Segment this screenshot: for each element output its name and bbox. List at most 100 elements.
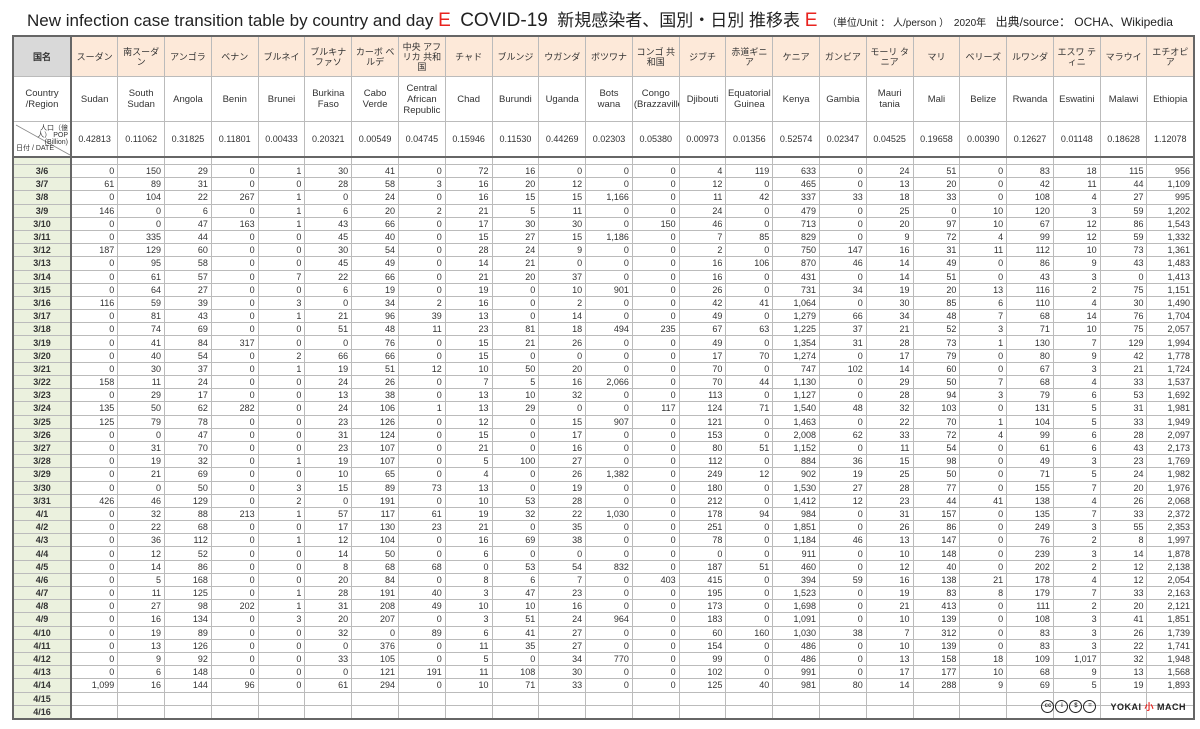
country-population: 0.15946 <box>444 121 493 158</box>
case-count-cell: 41 <box>117 335 166 350</box>
case-count-cell: 177 <box>912 665 961 680</box>
case-count-cell: 0 <box>1099 269 1148 284</box>
infection-table: 国名 スーダン 南スーダン アンゴラ ベナン ブルネイ ブルキナ ファソ カーボ ベルデ 中央… <box>12 35 1195 720</box>
case-count-cell: 19 <box>444 506 493 522</box>
case-count-cell: 32 <box>117 506 166 522</box>
case-count-cell: 0 <box>70 506 119 522</box>
case-count-cell: 38 <box>819 625 867 640</box>
case-count-cell: 0 <box>959 163 1008 179</box>
case-count-cell: 107 <box>351 454 399 469</box>
case-count-cell: 94 <box>912 388 961 403</box>
case-count-cell: 1,490 <box>1146 295 1195 311</box>
case-count-cell: 0 <box>257 625 306 640</box>
case-count-cell: 148 <box>164 665 212 680</box>
country-name-jp: ブルンジ <box>491 35 540 77</box>
country-name-en: Mali <box>912 76 961 122</box>
case-count-cell: 30 <box>304 243 353 258</box>
case-count-cell: 0 <box>257 401 306 416</box>
case-count-cell: 2,057 <box>1146 322 1195 337</box>
license-badge[interactable]: cc i $ = <box>1041 700 1097 713</box>
case-count-cell: 66 <box>819 309 867 324</box>
country-name-jp: ウガンダ <box>538 35 587 77</box>
table-row: 3/31 426 46 129 0 2 0 191 0 10 53 28 0 0 212 0 1,412 12 23… <box>12 493 1195 508</box>
case-count-cell: 11 <box>865 440 914 456</box>
case-count-cell: 66 <box>304 348 353 363</box>
case-count-cell: 0 <box>397 163 446 179</box>
case-count-cell: 44 <box>1099 177 1148 192</box>
case-count-cell: 981 <box>772 678 820 693</box>
spacer-cell <box>304 156 353 165</box>
case-count-cell: 20 <box>304 572 353 588</box>
case-count-cell: 84 <box>351 572 399 588</box>
country-population: 0.04525 <box>865 121 914 158</box>
case-count-cell: 4 <box>678 163 727 179</box>
case-count-cell: 0 <box>397 493 446 508</box>
case-count-cell: 14 <box>1099 546 1148 561</box>
country-population: 0.04745 <box>397 121 446 158</box>
case-count-cell: 9 <box>959 678 1008 693</box>
case-count-cell: 5 <box>117 572 166 588</box>
case-count-cell: 51 <box>912 163 961 179</box>
case-count-cell: 0 <box>70 533 119 548</box>
spacer-cell <box>772 156 820 165</box>
table-row: 4/2 0 22 68 0 0 17 130 23 21 0 35 0 0 251 0 1,851 0 26 86 0 2… <box>12 520 1195 535</box>
case-count-cell: 11 <box>397 322 446 337</box>
cc-icon: cc <box>1041 700 1055 713</box>
case-count-cell: 0 <box>631 599 680 614</box>
case-count-cell: 51 <box>725 559 774 574</box>
case-count-cell: 1,878 <box>1146 546 1195 561</box>
case-count-cell: 86 <box>164 559 212 574</box>
case-count-cell: 31 <box>912 243 961 258</box>
case-count-cell: 376 <box>351 638 399 653</box>
case-count-cell: 18 <box>1052 163 1101 179</box>
case-count-cell: 0 <box>491 282 540 297</box>
case-count-cell: 72 <box>444 163 493 179</box>
case-count-cell <box>164 691 212 706</box>
country-population: 0.05380 <box>631 121 680 158</box>
case-count-cell: 30 <box>538 665 587 680</box>
case-count-cell: 0 <box>397 638 446 653</box>
case-count-cell: 0 <box>959 520 1008 535</box>
case-count-cell: 22 <box>538 506 587 522</box>
country-name-jp: ボツワナ <box>585 35 633 77</box>
case-count-cell: 47 <box>491 585 540 601</box>
case-count-cell: 44 <box>164 229 212 245</box>
case-count-cell: 0 <box>585 361 633 377</box>
case-count-cell: 178 <box>678 506 727 522</box>
case-count-cell: 0 <box>304 295 353 311</box>
case-count-cell: 19 <box>1099 678 1148 693</box>
case-count-cell: 14 <box>538 309 587 324</box>
case-count-cell: 0 <box>70 585 119 601</box>
case-count-cell: 0 <box>631 282 680 297</box>
case-count-cell: 39 <box>397 309 446 324</box>
case-count-cell: 20 <box>351 203 399 218</box>
case-count-cell: 10 <box>444 678 493 693</box>
case-count-cell: 1,982 <box>1146 467 1195 482</box>
case-count-cell: 113 <box>678 388 727 403</box>
case-count-cell: 69 <box>164 467 212 482</box>
case-count-cell: 124 <box>351 427 399 442</box>
case-count-cell: 9 <box>1052 348 1101 363</box>
case-count-cell: 12 <box>304 533 353 548</box>
case-count-cell: 77 <box>912 480 961 495</box>
date-cell: 4/9 <box>12 612 72 627</box>
case-count-cell: 50 <box>912 467 961 482</box>
case-count-cell: 126 <box>351 414 399 429</box>
case-count-cell: 0 <box>585 295 633 311</box>
table-row: 3/12 187 129 60 0 0 30 54 0 28 24 9 0 0 2 0 750 147 16 31 11… <box>12 243 1195 258</box>
case-count-cell: 1 <box>959 414 1008 429</box>
case-count-cell: 4 <box>959 229 1008 245</box>
case-count-cell: 0 <box>210 454 259 469</box>
case-count-cell: 10 <box>959 216 1008 231</box>
case-count-cell: 26 <box>1099 493 1148 508</box>
case-count-cell: 27 <box>538 625 587 640</box>
case-count-cell: 991 <box>772 665 820 680</box>
case-count-cell: 25 <box>865 203 914 218</box>
country-population: 0.02347 <box>819 121 867 158</box>
case-count-cell: 0 <box>257 546 306 561</box>
case-count-cell: 41 <box>959 493 1008 508</box>
case-count-cell: 41 <box>725 295 774 311</box>
case-count-cell: 1 <box>257 506 306 522</box>
case-count-cell: 0 <box>70 546 119 561</box>
case-count-cell: 41 <box>491 625 540 640</box>
